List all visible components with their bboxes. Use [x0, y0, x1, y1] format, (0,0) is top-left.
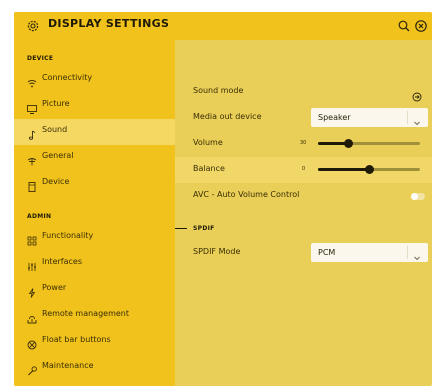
- setting-label: SPDIF Mode: [193, 247, 241, 256]
- setting-label: Balance: [193, 164, 225, 173]
- setting-label: Volume: [193, 138, 223, 147]
- avc-toggle[interactable]: [411, 193, 425, 200]
- settings-panel: Sound mode Media out device Speaker Volu…: [175, 40, 432, 386]
- section-divider: [175, 228, 187, 229]
- sliders-icon: [26, 258, 38, 271]
- wrench-icon: [26, 362, 38, 376]
- display-settings-window: DISPLAY SETTINGS DEVICE Connectivity Pic…: [14, 12, 432, 386]
- sidebar-item-label: Connectivity: [42, 73, 93, 82]
- power-bolt-icon: [26, 284, 38, 298]
- spdif-mode-select[interactable]: PCM: [311, 243, 428, 262]
- sidebar-item-label: Device: [42, 177, 70, 186]
- chevron-down-icon: [412, 113, 422, 126]
- chevron-down-icon: [412, 248, 422, 261]
- sidebar-item-label: General: [42, 151, 74, 160]
- close-icon[interactable]: [414, 18, 428, 32]
- setting-label: Sound mode: [193, 86, 244, 95]
- select-value: Speaker: [318, 113, 351, 122]
- balance-value: 0: [302, 166, 306, 172]
- select-value: PCM: [318, 248, 336, 257]
- setting-spdif-mode: SPDIF Mode PCM: [175, 240, 432, 266]
- sidebar-item-label: Float bar buttons: [42, 335, 111, 344]
- setting-sound-mode[interactable]: Sound mode: [175, 79, 432, 105]
- avc-toggle-knob: [411, 193, 418, 200]
- sidebar-item-functionality[interactable]: Functionality: [14, 225, 175, 251]
- sidebar-item-maintenance[interactable]: Maintenance: [14, 355, 175, 381]
- sidebar-item-picture[interactable]: Picture: [14, 93, 175, 119]
- section-spdif: SPDIF: [193, 225, 215, 232]
- device-icon: [26, 178, 38, 192]
- section-device: DEVICE: [27, 55, 54, 62]
- volume-slider[interactable]: [318, 139, 420, 148]
- volume-value: 30: [300, 140, 307, 146]
- setting-label: Media out device: [193, 112, 262, 121]
- balance-slider[interactable]: [318, 165, 420, 174]
- sidebar-item-sound[interactable]: Sound: [14, 119, 175, 145]
- sidebar-item-label: Picture: [42, 99, 70, 108]
- antenna-icon: [26, 152, 38, 166]
- sidebar-item-label: Interfaces: [42, 257, 82, 266]
- setting-label: AVC - Auto Volume Control: [193, 190, 300, 199]
- setting-avc: AVC - Auto Volume Control: [175, 183, 432, 209]
- search-icon[interactable]: [397, 18, 411, 32]
- sidebar-item-power[interactable]: Power: [14, 277, 175, 303]
- sidebar-item-general[interactable]: General: [14, 145, 175, 171]
- wifi-icon: [26, 74, 38, 88]
- setting-volume: Volume 30: [175, 131, 432, 157]
- setting-balance: Balance 0: [175, 157, 432, 183]
- section-admin: ADMIN: [27, 213, 52, 220]
- float-bar-icon: [26, 336, 38, 350]
- sidebar-item-remote-management[interactable]: Remote management: [14, 303, 175, 329]
- select-divider: [407, 111, 408, 124]
- volume-slider-handle[interactable]: [344, 139, 354, 148]
- sidebar-item-label: Remote management: [42, 309, 129, 318]
- arrow-right-circle-icon[interactable]: [412, 87, 422, 102]
- monitor-icon: [26, 100, 38, 114]
- select-divider: [407, 246, 408, 259]
- grid-icon: [26, 232, 38, 246]
- sidebar-item-label: Sound: [42, 125, 68, 134]
- title-bar: DISPLAY SETTINGS: [14, 12, 432, 40]
- balance-slider-handle[interactable]: [364, 165, 374, 174]
- sidebar-item-connectivity[interactable]: Connectivity: [14, 67, 175, 93]
- sidebar-item-label: Maintenance: [42, 361, 94, 370]
- sidebar-item-interfaces[interactable]: Interfaces: [14, 251, 175, 277]
- remote-icon: [26, 310, 38, 324]
- setting-media-out-device: Media out device Speaker: [175, 105, 432, 131]
- window-title: DISPLAY SETTINGS: [48, 17, 170, 30]
- sidebar: DEVICE Connectivity Picture Sound Genera…: [14, 40, 175, 386]
- balance-slider-fill: [318, 168, 369, 171]
- sidebar-item-label: Functionality: [42, 231, 94, 240]
- sidebar-item-label: Power: [42, 283, 67, 292]
- media-out-device-select[interactable]: Speaker: [311, 108, 428, 127]
- music-note-icon: [26, 126, 38, 140]
- sidebar-item-device[interactable]: Device: [14, 171, 175, 197]
- sidebar-item-float-bar-buttons[interactable]: Float bar buttons: [14, 329, 175, 355]
- gear-icon: [26, 18, 40, 32]
